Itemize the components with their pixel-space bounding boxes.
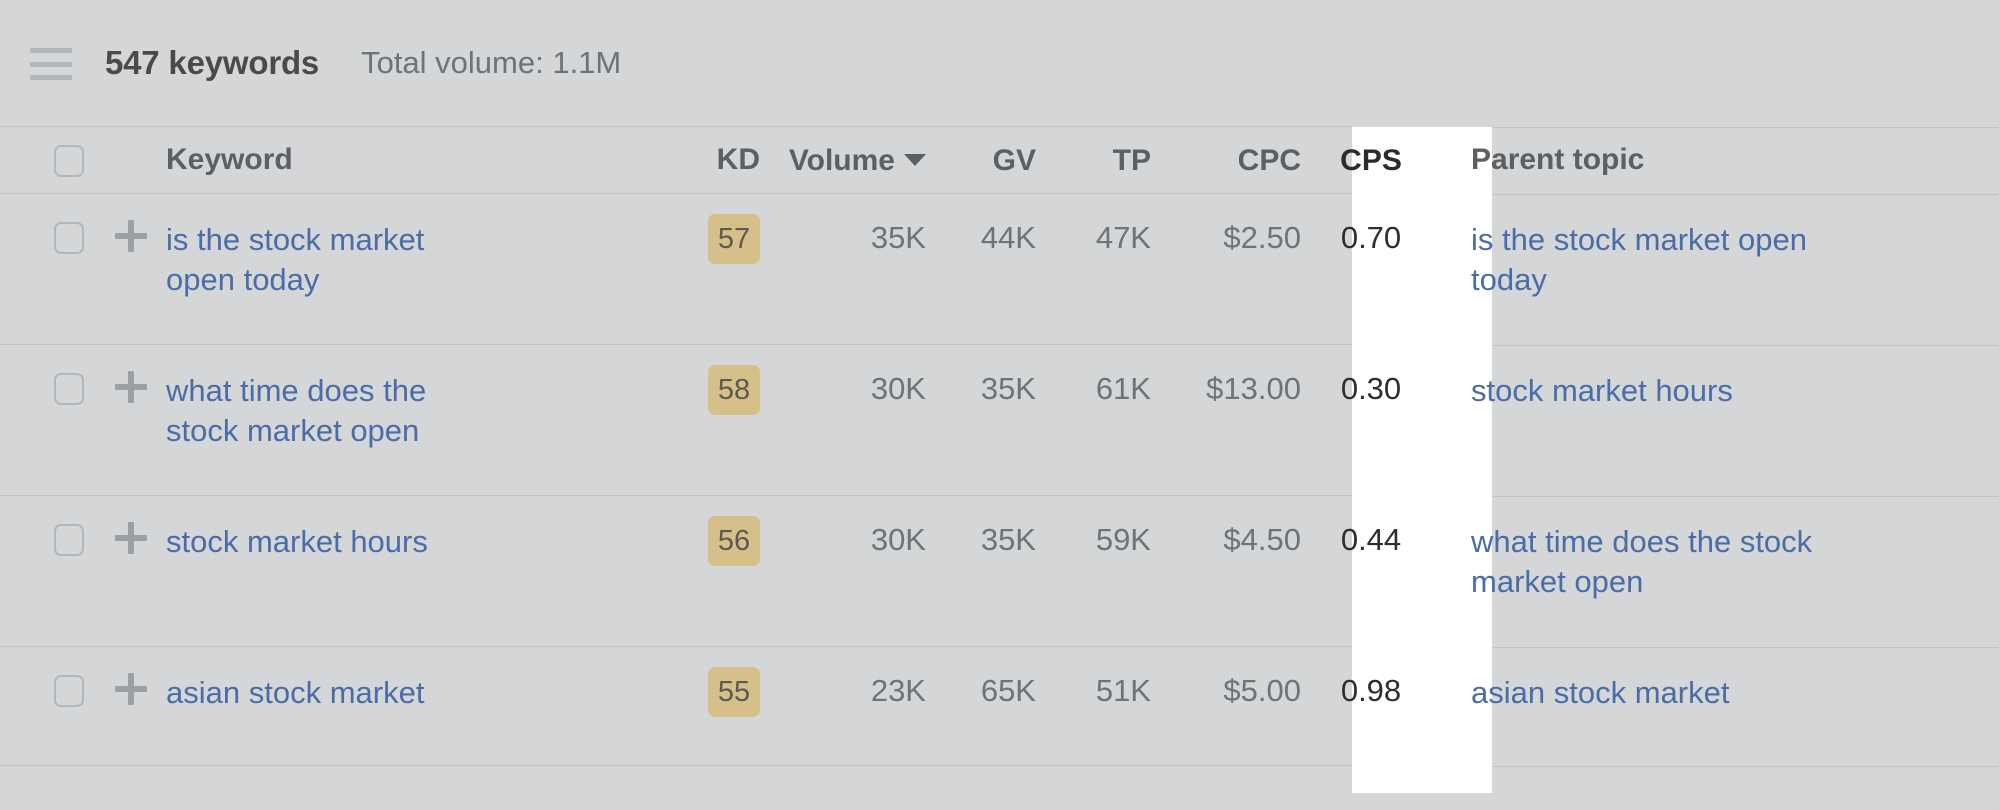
column-header-cps[interactable]: CPS bbox=[1301, 142, 1441, 178]
kd-cell: 58 bbox=[646, 365, 766, 415]
gv-cell: 44K bbox=[980, 220, 1036, 255]
column-header-gv[interactable]: GV bbox=[926, 142, 1036, 178]
row-divider bbox=[0, 344, 1999, 346]
table-bottom-divider bbox=[0, 765, 1999, 767]
keyword-count-label: 547 keywords bbox=[105, 44, 320, 81]
row-divider bbox=[0, 495, 1999, 497]
gv-cell: 35K bbox=[980, 371, 1036, 406]
cps-cell: 0.44 bbox=[1340, 522, 1402, 557]
cpc-cell: $13.00 bbox=[1206, 371, 1301, 406]
keyword-explorer-panel: 547 keywords Total volume: 1.1M Keyword … bbox=[0, 0, 1999, 810]
keyword-link[interactable]: is the stock market open today bbox=[166, 220, 424, 301]
column-header-tp[interactable]: TP bbox=[1036, 142, 1151, 178]
table-row[interactable]: is the stock market open today 57 35K 44… bbox=[0, 194, 1999, 344]
kd-badge: 56 bbox=[708, 516, 760, 566]
row-select-cell bbox=[0, 371, 96, 405]
plus-icon[interactable] bbox=[115, 371, 147, 403]
keyword-cell: is the stock market open today bbox=[166, 220, 646, 301]
plus-icon[interactable] bbox=[115, 220, 147, 252]
cps-cell: 0.98 bbox=[1340, 673, 1402, 708]
kd-cell: 57 bbox=[646, 214, 766, 264]
tp-cell: 51K bbox=[1095, 673, 1151, 708]
parent-topic-cell: asian stock market bbox=[1441, 673, 1999, 713]
parent-topic-cell: is the stock market open today bbox=[1441, 220, 1999, 301]
volume-cell: 23K bbox=[870, 673, 926, 708]
total-volume-label: Total volume: 1.1M bbox=[361, 45, 622, 80]
plus-icon[interactable] bbox=[115, 673, 147, 705]
parent-topic-link[interactable]: asian stock market bbox=[1471, 673, 1729, 713]
volume-cell: 30K bbox=[870, 522, 926, 557]
keyword-link[interactable]: stock market hours bbox=[166, 522, 428, 562]
row-divider bbox=[0, 646, 1999, 648]
add-keyword-cell bbox=[96, 522, 166, 554]
cpc-cell: $4.50 bbox=[1223, 522, 1301, 557]
add-keyword-cell bbox=[96, 673, 166, 705]
column-header-keyword[interactable]: Keyword bbox=[166, 143, 646, 177]
cps-cell: 0.30 bbox=[1340, 371, 1402, 406]
column-header-parent-topic[interactable]: Parent topic bbox=[1441, 143, 1999, 177]
cps-cell: 0.70 bbox=[1340, 220, 1402, 255]
table-header-row: Keyword KD Volume GV TP CPC CPS Parent t… bbox=[0, 127, 1999, 193]
row-checkbox[interactable] bbox=[54, 675, 84, 707]
keyword-cell: asian stock market bbox=[166, 673, 646, 713]
kd-cell: 56 bbox=[646, 516, 766, 566]
parent-topic-link[interactable]: what time does the stock market open bbox=[1471, 522, 1812, 603]
keyword-cell: stock market hours bbox=[166, 522, 646, 562]
parent-topic-link[interactable]: stock market hours bbox=[1471, 371, 1733, 411]
cpc-cell: $5.00 bbox=[1223, 673, 1301, 708]
caret-down-icon bbox=[904, 154, 926, 166]
column-header-kd[interactable]: KD bbox=[646, 143, 766, 177]
parent-topic-cell: stock market hours bbox=[1441, 371, 1999, 411]
parent-topic-link[interactable]: is the stock market open today bbox=[1471, 220, 1807, 301]
header-divider bbox=[0, 193, 1999, 195]
tp-cell: 61K bbox=[1095, 371, 1151, 406]
row-select-cell bbox=[0, 673, 96, 707]
keyword-cell: what time does the stock market open bbox=[166, 371, 646, 452]
kd-badge: 57 bbox=[708, 214, 760, 264]
kd-badge: 55 bbox=[708, 667, 760, 717]
volume-cell: 30K bbox=[870, 371, 926, 406]
table-row[interactable]: asian stock market 55 23K 65K 51K $5.00 … bbox=[0, 647, 1999, 765]
add-keyword-cell bbox=[96, 371, 166, 403]
column-header-volume[interactable]: Volume bbox=[766, 142, 926, 178]
column-header-cpc[interactable]: CPC bbox=[1151, 142, 1301, 178]
kd-cell: 55 bbox=[646, 667, 766, 717]
tp-cell: 59K bbox=[1095, 522, 1151, 557]
toolbar-divider bbox=[0, 126, 1999, 128]
keywords-table: Keyword KD Volume GV TP CPC CPS Parent t… bbox=[0, 127, 1999, 767]
cpc-cell: $2.50 bbox=[1223, 220, 1301, 255]
select-all-cell bbox=[0, 143, 96, 177]
parent-topic-cell: what time does the stock market open bbox=[1441, 522, 1999, 603]
row-checkbox[interactable] bbox=[54, 524, 84, 556]
table-row[interactable]: stock market hours 56 30K 35K 59K $4.50 … bbox=[0, 496, 1999, 646]
row-checkbox[interactable] bbox=[54, 222, 84, 254]
hamburger-icon[interactable] bbox=[30, 46, 72, 80]
row-select-cell bbox=[0, 522, 96, 556]
tp-cell: 47K bbox=[1095, 220, 1151, 255]
table-row[interactable]: what time does the stock market open 58 … bbox=[0, 345, 1999, 495]
volume-cell: 35K bbox=[870, 220, 926, 255]
row-checkbox[interactable] bbox=[54, 373, 84, 405]
kd-badge: 58 bbox=[708, 365, 760, 415]
keyword-link[interactable]: what time does the stock market open bbox=[166, 371, 426, 452]
gv-cell: 65K bbox=[980, 673, 1036, 708]
toolbar: 547 keywords Total volume: 1.1M bbox=[0, 0, 1999, 126]
select-all-checkbox[interactable] bbox=[54, 145, 84, 177]
keyword-link[interactable]: asian stock market bbox=[166, 673, 424, 713]
add-keyword-cell bbox=[96, 220, 166, 252]
row-select-cell bbox=[0, 220, 96, 254]
plus-icon[interactable] bbox=[115, 522, 147, 554]
gv-cell: 35K bbox=[980, 522, 1036, 557]
